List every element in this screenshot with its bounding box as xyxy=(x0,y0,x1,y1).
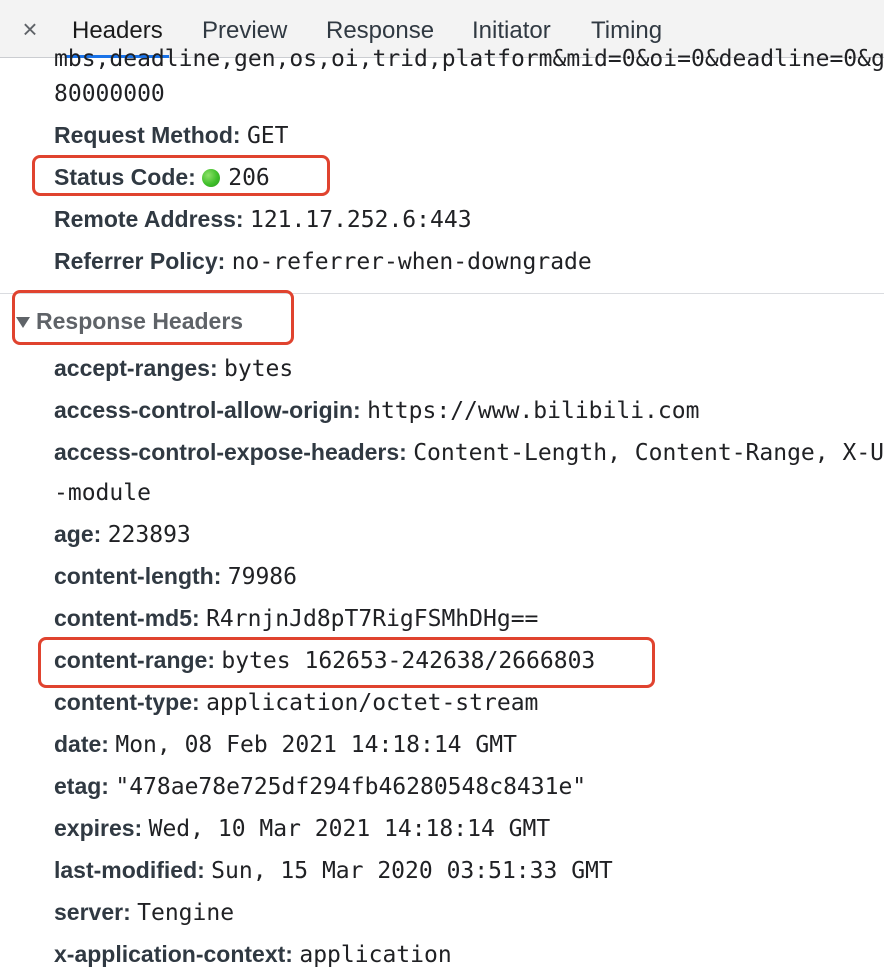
header-value: Content-Length, Content-Range, X-Upos-Au… xyxy=(413,440,884,466)
request-method-row: Request Method: GET xyxy=(54,118,289,152)
close-icon[interactable]: × xyxy=(18,14,42,44)
header-value: application xyxy=(299,942,452,968)
header-key: content-length: xyxy=(54,563,222,589)
header-value: Tengine xyxy=(137,900,235,926)
request-url-fragment: mbs,deadline,gen,os,oi,trid,platform&mid… xyxy=(54,46,884,72)
header-value: Wed, 10 Mar 2021 14:18:14 GMT xyxy=(148,816,551,842)
response-headers-highlight-box xyxy=(12,290,294,345)
header-key: age: xyxy=(54,521,102,547)
response-header-row: last-modified: Sun, 15 Mar 2020 03:51:33… xyxy=(54,853,613,887)
header-value: R4rnjnJd8pT7RigFSMhDHg== xyxy=(206,606,539,632)
header-key: Referrer Policy: xyxy=(54,248,226,274)
header-key: x-application-context: xyxy=(54,941,293,967)
header-key: Request Method: xyxy=(54,122,241,148)
response-header-row: content-type: application/octet-stream xyxy=(54,685,538,719)
response-header-row: server: Tengine xyxy=(54,895,234,929)
referrer-policy-row: Referrer Policy: no-referrer-when-downgr… xyxy=(54,244,592,278)
header-value: Mon, 08 Feb 2021 14:18:14 GMT xyxy=(115,732,517,758)
header-key: date: xyxy=(54,731,109,757)
header-key: expires: xyxy=(54,815,143,841)
header-value: GET xyxy=(246,123,289,149)
header-key: content-type: xyxy=(54,689,200,715)
response-header-row: etag: "478ae78e725df294fb46280548c8431e" xyxy=(54,769,586,803)
header-key: access-control-expose-headers: xyxy=(54,439,407,465)
truncated-url-line: mbs,deadline,gen,os,oi,trid,platform&mid… xyxy=(54,40,884,74)
response-header-row: age: 223893 xyxy=(54,517,191,551)
header-value: 79986 xyxy=(227,564,297,590)
request-url-continuation: 80000000 xyxy=(54,81,165,107)
response-header-row: content-md5: R4rnjnJd8pT7RigFSMhDHg== xyxy=(54,601,538,635)
header-value: 223893 xyxy=(107,522,191,548)
content-range-highlight-box xyxy=(38,637,655,688)
response-header-row: content-length: 79986 xyxy=(54,559,297,593)
header-value: "478ae78e725df294fb46280548c8431e" xyxy=(115,774,587,800)
header-key: last-modified: xyxy=(54,857,205,883)
header-key: Remote Address: xyxy=(54,206,244,232)
response-header-row: date: Mon, 08 Feb 2021 14:18:14 GMT xyxy=(54,727,517,761)
header-key: accept-ranges: xyxy=(54,355,218,381)
response-header-row-wrap: -module xyxy=(54,475,151,509)
header-key: server: xyxy=(54,899,131,925)
remote-address-row: Remote Address: 121.17.252.6:443 xyxy=(54,202,472,236)
response-header-row: access-control-allow-origin: https://www… xyxy=(54,393,699,427)
status-code-highlight-box xyxy=(32,155,330,196)
header-value: no-referrer-when-downgrade xyxy=(231,249,592,275)
header-value: https://www.bilibili.com xyxy=(367,398,700,424)
header-key: content-md5: xyxy=(54,605,200,631)
header-value: -module xyxy=(54,480,151,506)
header-value: Sun, 15 Mar 2020 03:51:33 GMT xyxy=(211,858,613,884)
response-header-row: accept-ranges: bytes xyxy=(54,351,293,385)
header-value: bytes xyxy=(224,356,294,382)
header-value: application/octet-stream xyxy=(206,690,539,716)
response-header-row: x-application-context: application xyxy=(54,937,452,971)
header-value: 121.17.252.6:443 xyxy=(249,207,472,233)
header-key: access-control-allow-origin: xyxy=(54,397,361,423)
response-header-row: access-control-expose-headers: Content-L… xyxy=(54,435,884,469)
response-header-row: expires: Wed, 10 Mar 2021 14:18:14 GMT xyxy=(54,811,550,845)
header-key: etag: xyxy=(54,773,109,799)
